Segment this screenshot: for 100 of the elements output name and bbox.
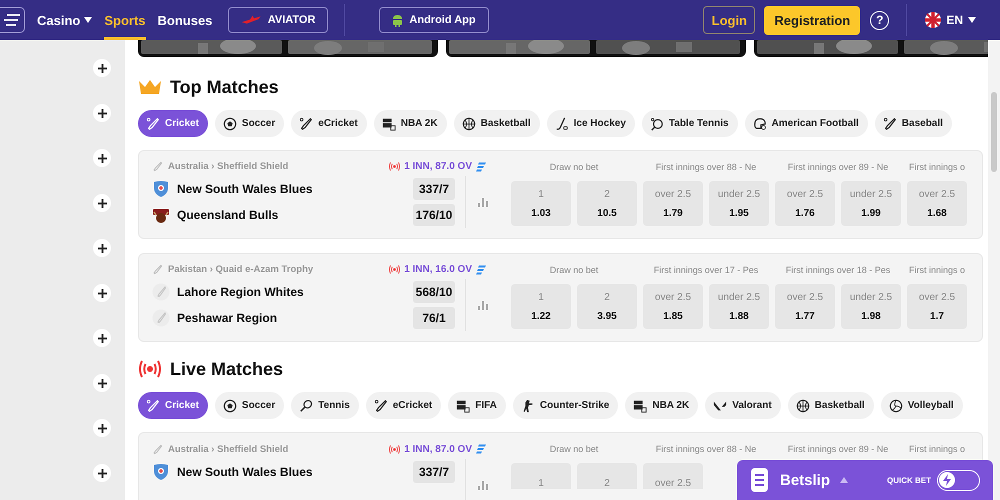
odds-button[interactable]: over 2.5 1.77 — [775, 284, 835, 329]
team-score: 337/7 — [413, 178, 455, 200]
match-status: 1 INN, 16.0 OV — [404, 264, 472, 275]
shield-logo-icon — [152, 180, 170, 198]
plus-icon — [98, 378, 106, 388]
sport-tab[interactable]: Volleyball — [880, 392, 963, 419]
expand-button[interactable] — [93, 59, 111, 77]
soccer-ball-icon — [222, 116, 237, 130]
odds-button[interactable]: over 2.5 1.76 — [775, 181, 835, 226]
expand-button[interactable] — [93, 419, 111, 437]
cricket-placeholder-icon — [152, 309, 170, 327]
market-title: First innings o — [908, 444, 966, 454]
flag-icon — [925, 12, 942, 28]
help-button[interactable]: ? — [870, 10, 890, 30]
hockey-stick-icon — [554, 116, 569, 130]
live-broadcast-icon — [138, 360, 162, 378]
market-title: First innings over 89 - Ne — [788, 444, 888, 454]
expand-button[interactable] — [93, 464, 111, 482]
section-title: Live Matches — [170, 358, 284, 380]
menu-button[interactable] — [0, 7, 25, 33]
market-title: First innings over 89 - Ne — [788, 162, 888, 172]
game-logo-icon — [456, 398, 470, 412]
stream-icon[interactable] — [476, 444, 486, 454]
aviator-button[interactable]: AVIATOR — [228, 7, 328, 33]
plus-icon — [98, 244, 106, 252]
odds-button[interactable]: over 2.5 1.79 — [643, 181, 703, 226]
betslip-icon — [751, 468, 768, 492]
odds-button[interactable]: over 2.5 1.85 — [643, 284, 703, 329]
market-title: Draw no bet — [550, 265, 598, 275]
odds-button[interactable]: over 2.5 1.7 — [907, 284, 967, 329]
sport-tab[interactable]: Ice Hockey — [546, 110, 635, 137]
language-selector[interactable]: EN — [925, 12, 976, 28]
registration-button[interactable]: Registration — [764, 6, 860, 34]
odds-button[interactable]: under 2.5 1.88 — [709, 284, 769, 329]
odds-button[interactable]: under 2.5 1.95 — [709, 181, 769, 226]
sport-tab[interactable]: Cricket — [138, 110, 208, 137]
sport-tab[interactable]: NBA 2K — [374, 110, 447, 137]
stream-icon[interactable] — [476, 162, 486, 172]
plus-icon — [98, 154, 106, 162]
expand-button[interactable] — [93, 239, 111, 257]
sport-tab[interactable]: Basketball — [788, 392, 874, 419]
market-title: First innings o — [908, 265, 966, 275]
team-score: 568/10 — [413, 281, 455, 303]
team-score: 176/10 — [413, 204, 455, 226]
plus-icon — [98, 288, 106, 298]
expand-button[interactable] — [93, 149, 111, 167]
match-status: 1 INN, 87.0 OV — [404, 444, 472, 454]
bull-logo-icon — [152, 206, 170, 224]
odds-button[interactable]: over 2.5 1.68 — [907, 181, 967, 226]
odds-button[interactable]: 1 1.22 — [511, 284, 571, 329]
cricket-placeholder-icon — [152, 283, 170, 301]
odds-button[interactable]: under 2.5 1.99 — [841, 181, 901, 226]
expand-button[interactable] — [93, 284, 111, 302]
soldier-icon — [520, 398, 535, 412]
quick-bet-toggle[interactable] — [937, 470, 980, 490]
sport-tab[interactable]: FIFA — [448, 392, 506, 419]
nav-link[interactable]: Bonuses — [158, 0, 212, 40]
expand-button[interactable] — [93, 329, 111, 347]
soccer-ball-icon — [222, 398, 237, 412]
market-title: First innings o — [908, 162, 966, 172]
quick-bet-label: QUICK BET — [887, 476, 931, 484]
sport-tab[interactable]: eCricket — [291, 110, 367, 137]
scrollbar[interactable] — [988, 40, 1000, 500]
plus-icon — [98, 334, 106, 342]
sport-tab[interactable]: Basketball — [454, 110, 540, 137]
team-name: Lahore Region Whites — [177, 285, 304, 299]
nav-link[interactable]: Casino — [37, 0, 92, 40]
bat-icon — [152, 161, 163, 172]
odds-button[interactable]: under 2.5 1.98 — [841, 284, 901, 329]
odds-button[interactable]: 2 10.5 — [577, 181, 637, 226]
basketball-icon — [462, 116, 476, 130]
sport-tab[interactable]: Soccer — [214, 392, 284, 419]
odds-button[interactable]: 1 1.03 — [511, 181, 571, 226]
sport-tab[interactable]: Baseball — [874, 110, 952, 137]
sport-tab[interactable]: Tennis — [291, 392, 359, 419]
plus-icon — [98, 64, 106, 72]
live-broadcast-icon — [389, 162, 400, 171]
sport-tab[interactable]: Table Tennis — [642, 110, 738, 137]
lightning-icon — [939, 472, 955, 488]
betslip-bar[interactable]: Betslip QUICK BET — [737, 460, 993, 500]
paddle-icon — [650, 116, 664, 130]
sport-tab[interactable]: Cricket — [138, 392, 208, 419]
expand-button[interactable] — [93, 104, 111, 122]
expand-button[interactable] — [93, 374, 111, 392]
section-title: Top Matches — [170, 76, 279, 98]
android-app-button[interactable]: Android App — [379, 7, 489, 33]
bat-icon — [146, 398, 160, 412]
bat-icon — [152, 264, 163, 275]
caret-icon — [840, 477, 848, 483]
sport-tab[interactable]: American Football — [744, 110, 868, 137]
market-title: Draw no bet — [550, 162, 598, 172]
sport-tab[interactable]: Soccer — [214, 110, 284, 137]
odds-button[interactable]: 2 3.95 — [577, 284, 637, 329]
expand-button[interactable] — [93, 194, 111, 212]
sport-tab[interactable]: NBA 2K — [625, 392, 698, 419]
sport-tab[interactable]: eCricket — [366, 392, 442, 419]
stream-icon[interactable] — [476, 264, 486, 274]
sport-tab[interactable]: Counter-Strike — [512, 392, 618, 419]
sport-tab[interactable]: Valorant — [705, 392, 781, 419]
login-button[interactable]: Login — [703, 6, 756, 34]
